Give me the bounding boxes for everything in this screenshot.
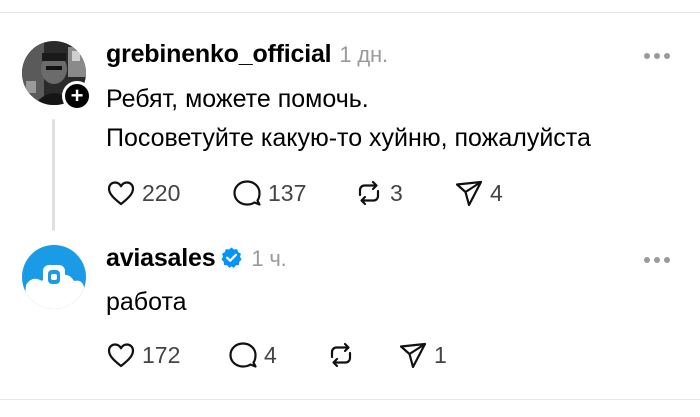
more-icon[interactable]: [644, 256, 670, 264]
username[interactable]: grebinenko_official: [106, 40, 332, 68]
share-count: 1: [434, 341, 447, 368]
post-text-line-2: Посоветуйте какую-то хуйню, пожалуйста: [106, 124, 591, 152]
username-header: aviasales 1 ч.: [106, 244, 287, 273]
verified-badge-icon: [221, 247, 242, 268]
more-icon[interactable]: [644, 52, 670, 60]
thread-line: [52, 119, 55, 231]
share-button[interactable]: 4: [454, 178, 503, 208]
post-text-line-1: Ребят, можете помочь.: [106, 85, 369, 113]
comment-icon: [229, 342, 257, 368]
share-icon: [455, 180, 483, 207]
share-count: 4: [490, 179, 503, 206]
post-time: 1 дн.: [339, 42, 388, 67]
like-count: 220: [142, 179, 181, 206]
repost-icon: [358, 180, 380, 206]
top-divider: [0, 12, 700, 13]
avatar-aviasales[interactable]: [22, 245, 86, 309]
reply-button[interactable]: 137: [232, 178, 306, 208]
heart-icon: [107, 181, 135, 206]
repost-icon: [330, 342, 352, 368]
like-button[interactable]: 220: [106, 178, 180, 208]
reply-button[interactable]: 4: [228, 340, 277, 370]
heart-icon: [107, 343, 135, 368]
like-count: 172: [142, 341, 181, 368]
username[interactable]: aviasales: [106, 244, 216, 272]
bottom-divider: [0, 399, 700, 400]
like-button[interactable]: 172: [106, 340, 180, 370]
reply-count: 4: [264, 341, 277, 368]
share-button[interactable]: 1: [398, 340, 447, 370]
repost-button[interactable]: [326, 340, 362, 370]
comment-icon: [233, 180, 261, 206]
post-time: 1 ч.: [251, 246, 287, 271]
username-header: grebinenko_official 1 дн.: [106, 40, 388, 69]
share-icon: [399, 342, 427, 369]
follow-plus-icon[interactable]: +: [62, 81, 92, 111]
avatar-grebinenko[interactable]: +: [22, 41, 92, 111]
repost-button[interactable]: 3: [354, 178, 403, 208]
repost-count: 3: [390, 179, 403, 206]
reply-count: 137: [268, 179, 307, 206]
aviasales-logo: [22, 245, 86, 309]
post-text-line-1: работа: [106, 288, 187, 316]
